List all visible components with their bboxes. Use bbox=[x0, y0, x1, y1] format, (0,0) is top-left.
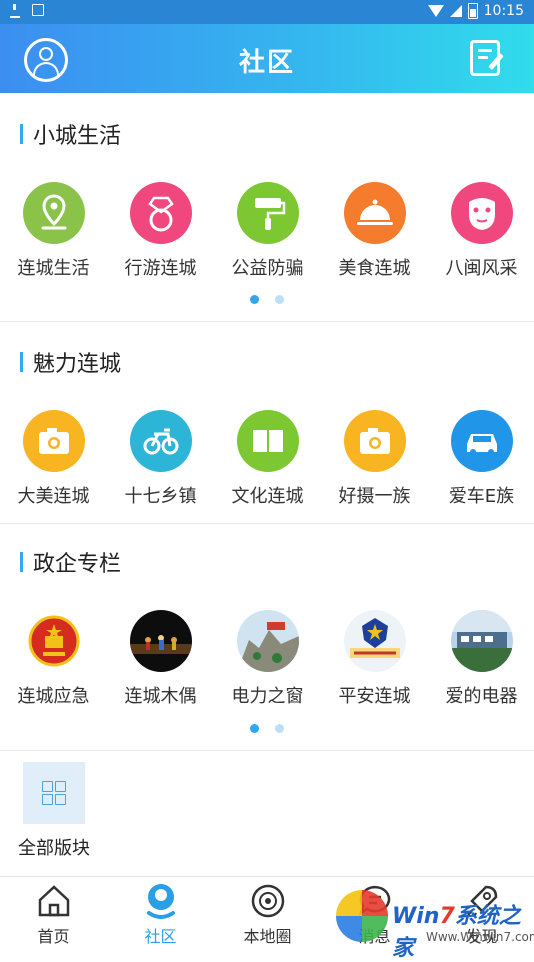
watermark: Win7系统之家 Www.Winwin7.com bbox=[336, 880, 534, 961]
tab-label: 本地圈 bbox=[243, 927, 292, 946]
section-grid-1: 连城生活 行游连城 公益防骗 美食连城 八闽风采 bbox=[0, 182, 534, 302]
watermark-url: Www.Winwin7.com bbox=[426, 930, 534, 944]
status-time: 10:15 bbox=[483, 3, 524, 19]
grid-item-label: 行游连城 bbox=[124, 258, 197, 279]
status-bar: 10:15 bbox=[0, 0, 534, 24]
paint-roller-icon bbox=[236, 182, 299, 244]
tab-community[interactable]: 社区 bbox=[107, 883, 214, 947]
bicycle-icon bbox=[129, 410, 192, 472]
grid-item-photography[interactable]: 好摄一族 bbox=[321, 410, 428, 508]
edit-post-icon[interactable] bbox=[470, 40, 504, 76]
grid-item-label: 爱的电器 bbox=[445, 686, 518, 707]
download-icon bbox=[10, 4, 20, 18]
section-title-text: 小城生活 bbox=[33, 124, 122, 149]
grid-item-puppet[interactable]: 连城木偶 bbox=[107, 610, 214, 708]
pager-dot[interactable] bbox=[275, 295, 284, 304]
tab-local-circle[interactable]: 本地圈 bbox=[214, 883, 321, 947]
grid-item-label: 公益防骗 bbox=[231, 258, 304, 279]
grid-item-label: 连城应急 bbox=[17, 686, 90, 707]
grid-item-towns[interactable]: 十七乡镇 bbox=[107, 410, 214, 508]
section-title-gov-enterprise: 政企专栏 bbox=[20, 546, 121, 578]
wifi-icon bbox=[427, 5, 444, 17]
power-window-photo bbox=[236, 610, 299, 672]
camera-icon bbox=[343, 410, 406, 472]
police-badge-icon bbox=[343, 610, 406, 672]
puppet-show-photo bbox=[129, 610, 192, 672]
camera-icon bbox=[22, 410, 85, 472]
community-icon bbox=[143, 883, 179, 919]
grid-item-safety[interactable]: 平安连城 bbox=[321, 610, 428, 708]
car-icon bbox=[450, 410, 513, 472]
tab-label: 首页 bbox=[37, 927, 70, 946]
grid-item-label: 平安连城 bbox=[338, 686, 411, 707]
grid-item-culture[interactable]: 文化连城 bbox=[214, 410, 321, 508]
section-title-charm: 魅力连城 bbox=[20, 346, 121, 378]
pager-dot[interactable] bbox=[275, 724, 284, 733]
food-cloche-icon bbox=[343, 182, 406, 244]
face-mask-icon bbox=[450, 182, 513, 244]
grid-item-beautiful[interactable]: 大美连城 bbox=[0, 410, 107, 508]
section-grid-2: 大美连城 十七乡镇 文化连城 好摄一族 爱车E族 bbox=[0, 410, 534, 530]
grid-item-fujian-style[interactable]: 八闽风采 bbox=[428, 182, 534, 280]
map-pin-icon bbox=[22, 182, 85, 244]
all-blocks-button[interactable]: 全部版块 bbox=[12, 762, 96, 860]
section-title-small-town-life: 小城生活 bbox=[20, 118, 121, 150]
grid-item-label: 大美连城 bbox=[17, 486, 90, 507]
local-circle-icon bbox=[250, 883, 286, 919]
home-icon bbox=[36, 883, 72, 919]
divider bbox=[0, 523, 534, 524]
grid-item-power[interactable]: 电力之窗 bbox=[214, 610, 321, 708]
divider bbox=[0, 321, 534, 322]
section-grid-3: 连城应急 连城木偶 电力之窗 平安连城 爱的电器 bbox=[0, 610, 534, 730]
ring-icon bbox=[129, 182, 192, 244]
grid-item-food[interactable]: 美食连城 bbox=[321, 182, 428, 280]
grid-item-anti-fraud[interactable]: 公益防骗 bbox=[214, 182, 321, 280]
grid-item-appliances[interactable]: 爱的电器 bbox=[428, 610, 534, 708]
grid-item-label: 文化连城 bbox=[231, 486, 304, 507]
grid-icon bbox=[23, 762, 85, 824]
grid-item-label: 爱车E族 bbox=[448, 486, 515, 507]
grid-item-travel[interactable]: 行游连城 bbox=[107, 182, 214, 280]
grid-item-liancheng-life[interactable]: 连城生活 bbox=[0, 182, 107, 280]
tab-home[interactable]: 首页 bbox=[0, 883, 107, 947]
app-header: 社区 bbox=[0, 24, 534, 93]
pager-dots bbox=[0, 295, 534, 304]
grid-item-label: 美食连城 bbox=[338, 258, 411, 279]
pager-dot-active[interactable] bbox=[250, 295, 259, 304]
factory-photo bbox=[450, 610, 513, 672]
battery-icon bbox=[467, 3, 478, 19]
national-emblem-icon bbox=[22, 610, 85, 672]
grid-item-label: 十七乡镇 bbox=[124, 486, 197, 507]
grid-item-label: 好摄一族 bbox=[338, 486, 411, 507]
pager-dots bbox=[0, 724, 534, 733]
pager-dot-active[interactable] bbox=[250, 724, 259, 733]
signal-icon bbox=[449, 5, 462, 17]
book-icon bbox=[236, 410, 299, 472]
watermark-logo-icon bbox=[336, 890, 388, 942]
grid-item-car[interactable]: 爱车E族 bbox=[428, 410, 534, 508]
divider bbox=[0, 750, 534, 751]
grid-item-emergency[interactable]: 连城应急 bbox=[0, 610, 107, 708]
section-title-text: 政企专栏 bbox=[33, 552, 122, 577]
image-notification-icon bbox=[32, 4, 44, 16]
grid-item-label: 八闽风采 bbox=[445, 258, 518, 279]
grid-item-label: 电力之窗 bbox=[231, 686, 304, 707]
section-title-text: 魅力连城 bbox=[33, 352, 122, 377]
grid-item-label: 连城生活 bbox=[17, 258, 90, 279]
grid-item-label: 连城木偶 bbox=[124, 686, 197, 707]
tab-label: 社区 bbox=[144, 927, 177, 946]
all-blocks-label: 全部版块 bbox=[18, 838, 90, 859]
page-title: 社区 bbox=[238, 48, 295, 78]
